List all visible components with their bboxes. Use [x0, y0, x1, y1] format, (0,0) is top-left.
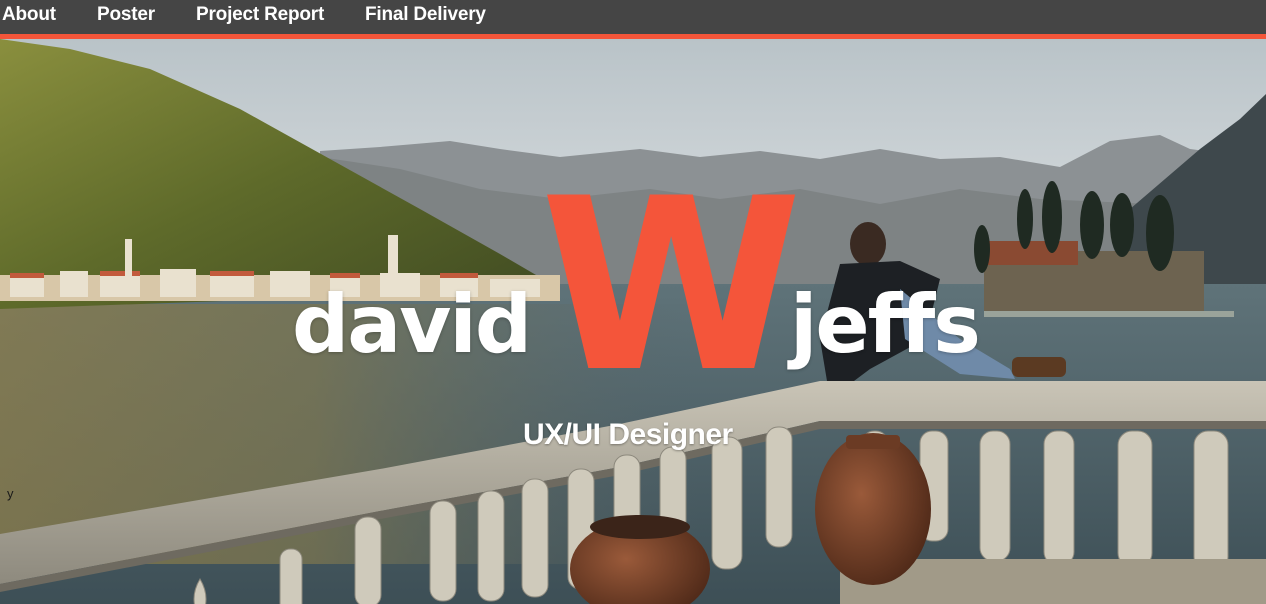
last-name-heading: jeffs	[790, 278, 981, 371]
top-nav: About Poster Project Report Final Delive…	[0, 0, 1266, 39]
first-name-heading: david	[292, 278, 532, 371]
hero-banner: W david jeffs UX/UI Designer y	[0, 39, 1266, 604]
nav-link-final-delivery[interactable]: Final Delivery	[365, 3, 486, 27]
role-subtitle: UX/UI Designer	[523, 418, 733, 451]
nav-link-project-report[interactable]: Project Report	[196, 3, 324, 27]
nav-link-poster[interactable]: Poster	[97, 3, 155, 27]
stray-text: y	[7, 486, 14, 501]
monogram-letter: W	[540, 148, 803, 425]
nav-link-about[interactable]: About	[2, 3, 56, 27]
